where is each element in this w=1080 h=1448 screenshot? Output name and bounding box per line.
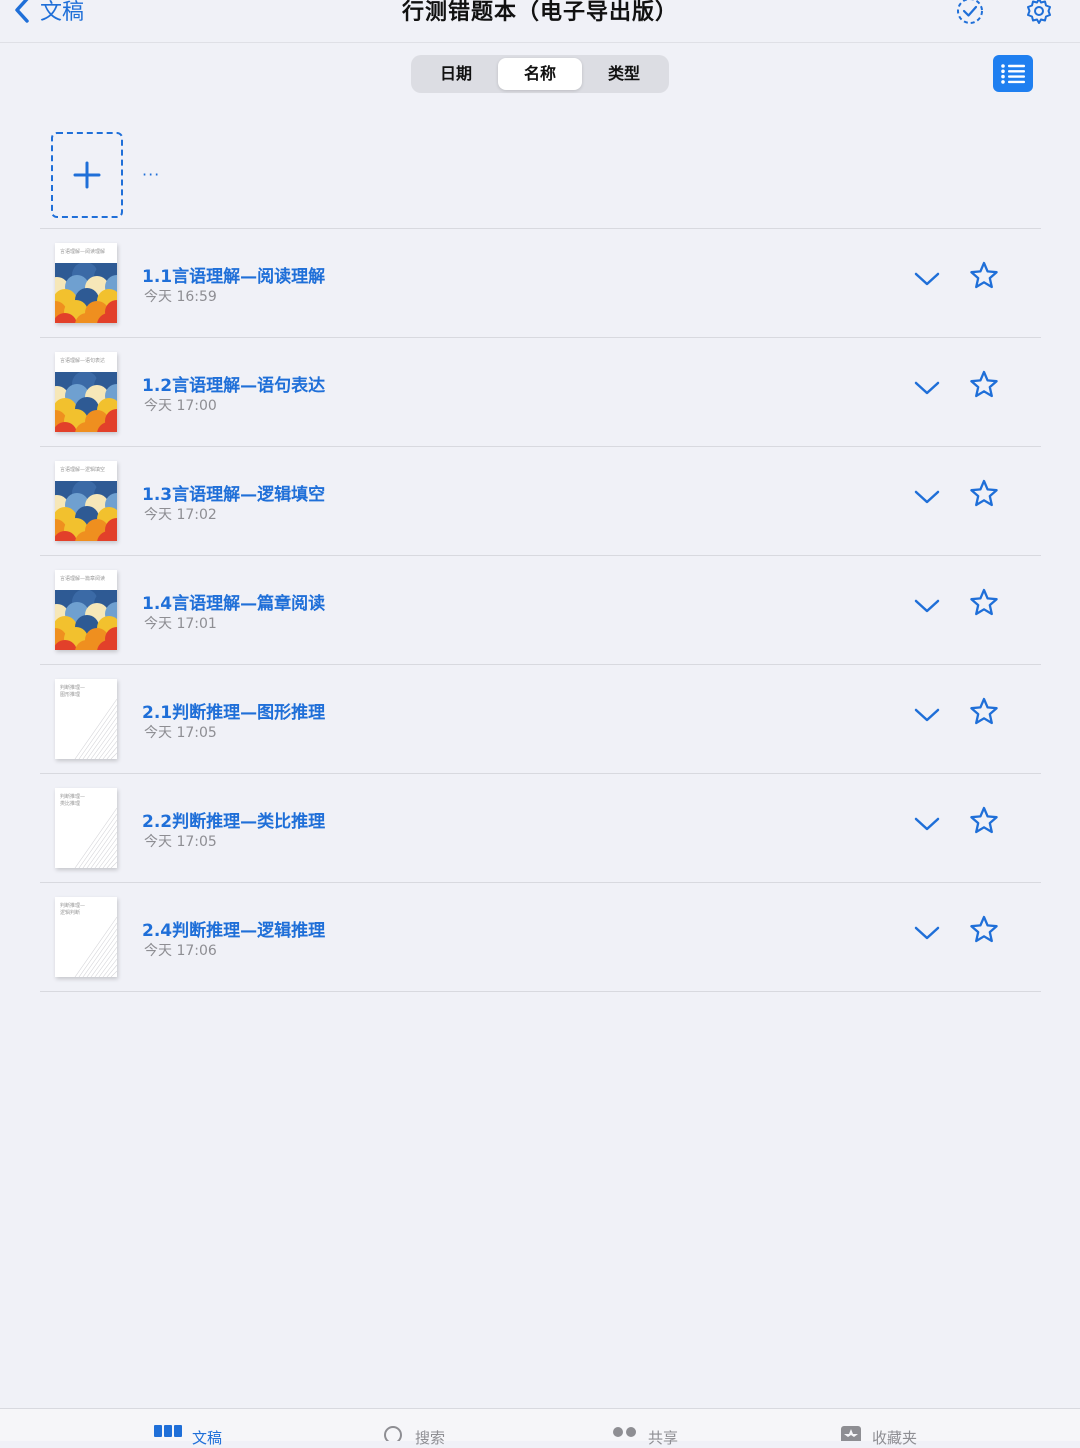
list-icon	[1001, 63, 1025, 84]
search-icon	[384, 1426, 402, 1441]
new-document-button[interactable]	[51, 132, 123, 218]
star-icon[interactable]	[968, 369, 1000, 401]
people-icon	[613, 1427, 636, 1437]
plus-icon	[73, 161, 101, 189]
tab-shared[interactable]: 共享	[612, 1425, 678, 1448]
document-thumbnail: 判断推理— 类比推理	[55, 788, 117, 868]
tab-label: 共享	[648, 1429, 679, 1447]
document-time: 今天 17:05	[144, 834, 217, 850]
gear-icon	[1027, 0, 1051, 24]
thumbnail-caption: 判断推理— 逻辑判断	[60, 903, 86, 916]
chevron-down-icon[interactable]	[913, 923, 941, 943]
star-icon[interactable]	[968, 260, 1000, 292]
document-time: 今天 17:05	[144, 725, 217, 741]
tab-bar: 文稿 搜索 共享 收藏夹	[0, 1408, 1080, 1447]
document-title: 2.4判断推理—逻辑推理	[142, 921, 326, 941]
thumbnail-caption: 判断推理— 类比推理	[60, 794, 86, 807]
document-time: 今天 17:06	[144, 943, 217, 959]
page-title: 行测错题本（电子导出版）	[401, 0, 678, 25]
settings-button[interactable]	[1024, 0, 1054, 26]
chevron-down-icon[interactable]	[913, 378, 941, 398]
document-row[interactable]: 言语理解—语句表达 1.2言语理解—语句表达 今天 17:00	[40, 338, 1041, 447]
sort-by-date[interactable]: 日期	[414, 58, 498, 90]
tab-search[interactable]: 搜索	[383, 1425, 445, 1448]
chevron-down-icon[interactable]	[913, 487, 941, 507]
document-title: 2.1判断推理—图形推理	[142, 703, 326, 723]
select-button[interactable]	[955, 0, 985, 26]
tab-label: 搜索	[415, 1429, 446, 1447]
document-time: 今天 17:02	[144, 507, 217, 523]
chevron-down-icon[interactable]	[913, 705, 941, 725]
document-title: 2.2判断推理—类比推理	[142, 812, 326, 832]
tab-documents[interactable]: 文稿	[154, 1425, 222, 1448]
document-row[interactable]: 言语理解—篇章阅读 1.4言语理解—篇章阅读 今天 17:01	[40, 556, 1041, 665]
document-row[interactable]: 判断推理— 图形推理 2.1判断推理—图形推理 今天 17:05	[40, 665, 1041, 774]
sort-by-name[interactable]: 名称	[498, 58, 582, 90]
sort-segmented-control: 日期 名称 类型	[411, 55, 669, 93]
document-thumbnail: 判断推理— 图形推理	[55, 679, 117, 759]
document-row[interactable]: 判断推理— 类比推理 2.2判断推理—类比推理 今天 17:05	[40, 774, 1041, 883]
tab-label: 文稿	[192, 1429, 223, 1447]
thumbnail-caption: 言语理解—篇章阅读	[60, 576, 106, 582]
chevron-down-icon[interactable]	[913, 269, 941, 289]
star-icon[interactable]	[968, 478, 1000, 510]
star-icon[interactable]	[968, 587, 1000, 619]
list-view-button[interactable]	[993, 55, 1033, 92]
document-row[interactable]: 判断推理— 逻辑判断 2.4判断推理—逻辑推理 今天 17:06	[40, 883, 1041, 992]
thumbnail-caption: 言语理解—逻辑填空	[60, 467, 106, 473]
chevron-down-icon[interactable]	[913, 596, 941, 616]
document-title: 1.2言语理解—语句表达	[142, 376, 326, 396]
document-time: 今天 17:00	[144, 398, 217, 414]
thumbnail-caption: 判断推理— 图形推理	[60, 685, 86, 698]
dashed-check-circle-icon	[957, 0, 983, 24]
star-icon[interactable]	[968, 805, 1000, 837]
grid-icon	[154, 1425, 182, 1437]
document-row[interactable]: 言语理解—阅读理解 1.1言语理解—阅读理解 今天 16:59	[40, 229, 1041, 338]
more-options-button[interactable]: ···	[142, 165, 160, 184]
document-row[interactable]: 言语理解—逻辑填空 1.3言语理解—逻辑填空 今天 17:02	[40, 447, 1041, 556]
star-icon[interactable]	[968, 696, 1000, 728]
document-thumbnail: 判断推理— 逻辑判断	[55, 897, 117, 977]
document-title: 1.3言语理解—逻辑填空	[142, 485, 326, 505]
document-thumbnail: 言语理解—语句表达	[55, 352, 117, 432]
document-thumbnail: 言语理解—阅读理解	[55, 243, 117, 323]
tab-favorites[interactable]: 收藏夹	[840, 1425, 917, 1448]
star-box-icon	[841, 1426, 861, 1441]
chevron-down-icon[interactable]	[913, 814, 941, 834]
sort-by-type[interactable]: 类型	[582, 58, 666, 90]
document-title: 1.1言语理解—阅读理解	[142, 267, 326, 287]
top-bar: 文稿 行测错题本（电子导出版）	[0, 0, 1080, 43]
document-title: 1.4言语理解—篇章阅读	[142, 594, 326, 614]
star-icon[interactable]	[968, 914, 1000, 946]
document-thumbnail: 言语理解—篇章阅读	[55, 570, 117, 650]
document-time: 今天 17:01	[144, 616, 217, 632]
thumbnail-caption: 言语理解—阅读理解	[60, 249, 106, 255]
document-time: 今天 16:59	[144, 289, 217, 305]
document-thumbnail: 言语理解—逻辑填空	[55, 461, 117, 541]
tab-label: 收藏夹	[872, 1429, 918, 1447]
thumbnail-caption: 言语理解—语句表达	[60, 358, 106, 364]
